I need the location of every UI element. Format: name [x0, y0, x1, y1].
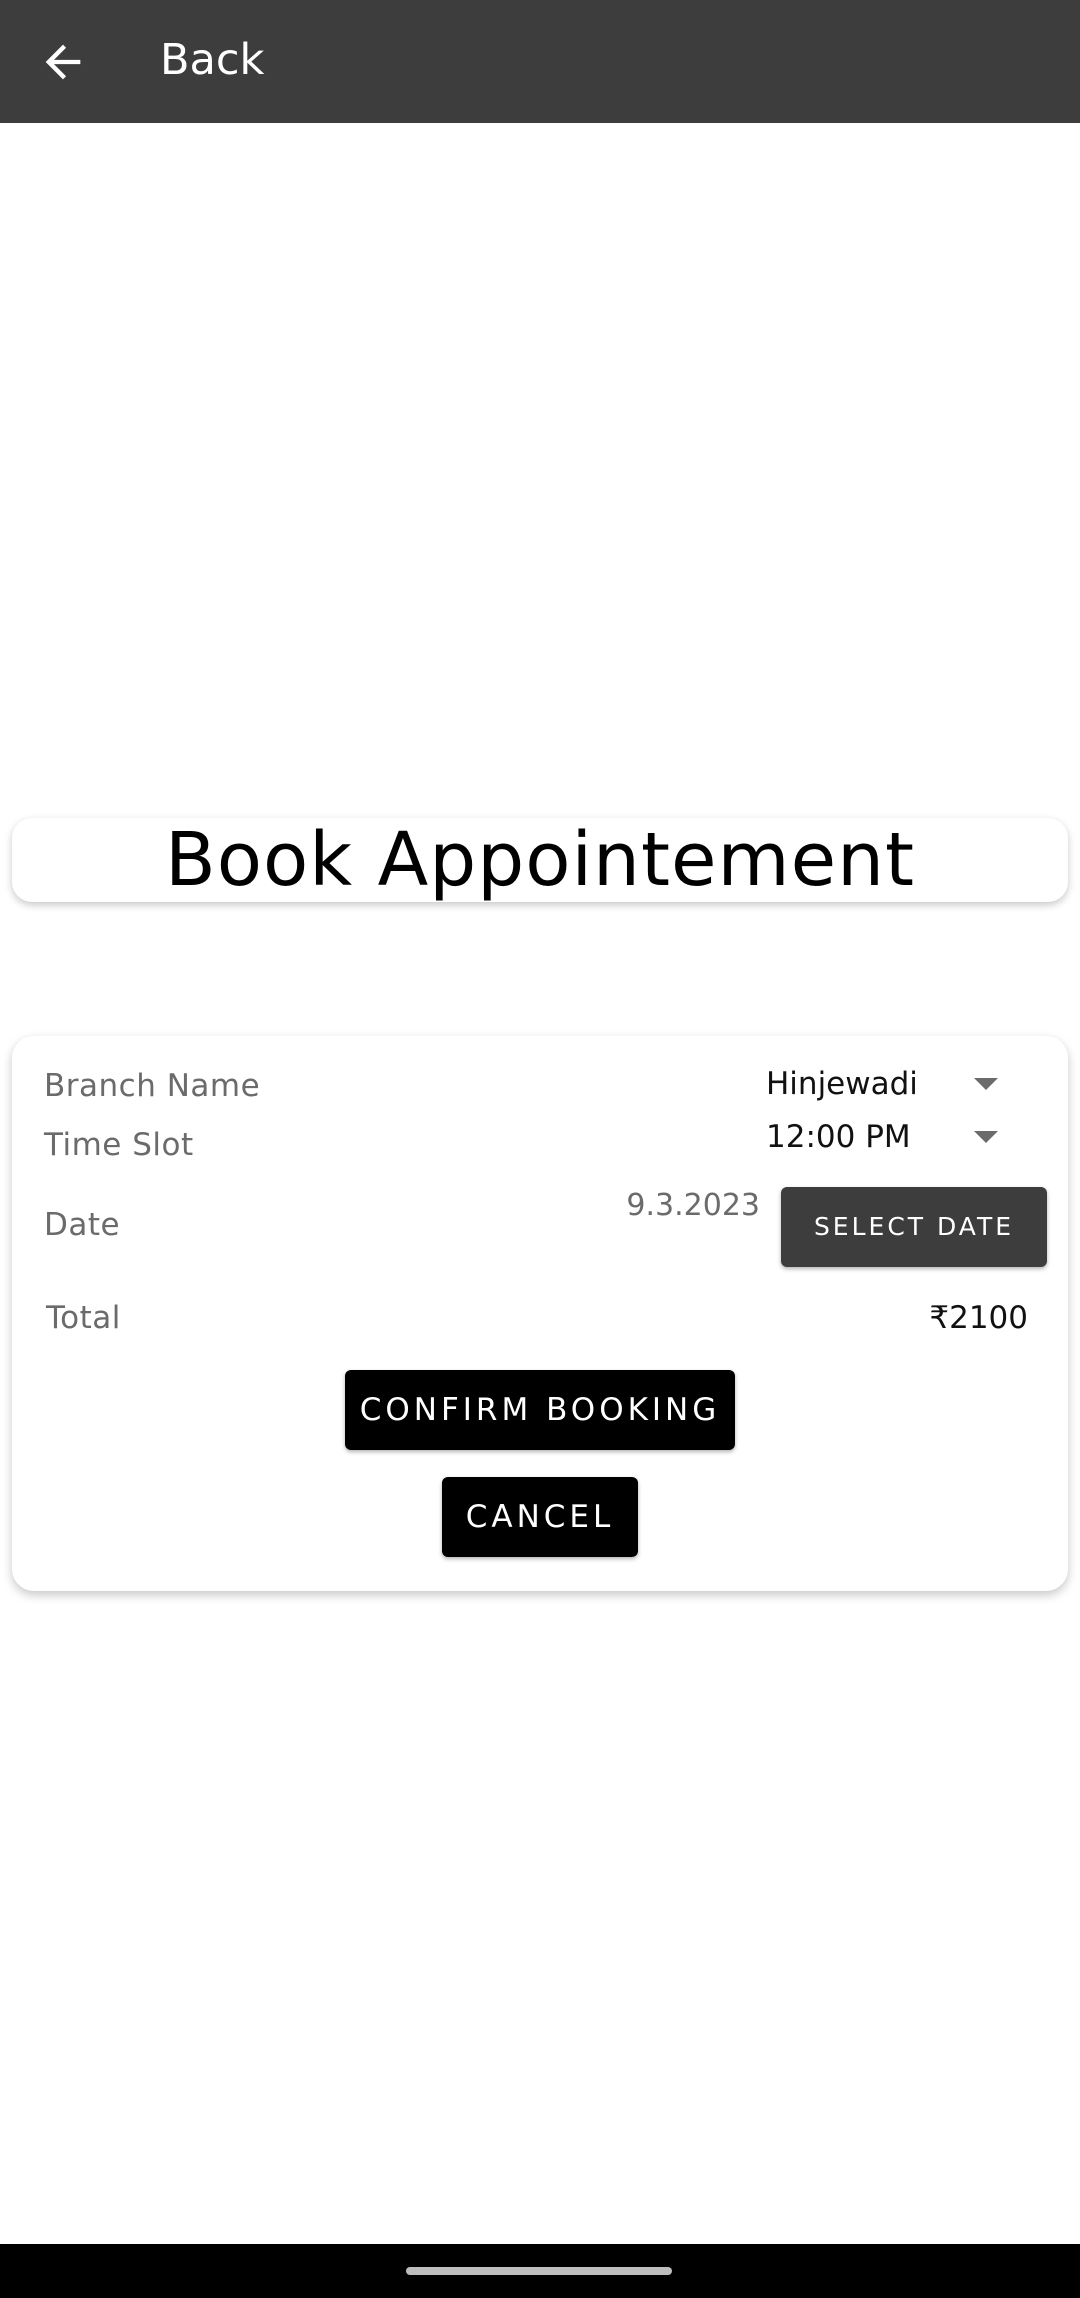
- total-value: ₹2100: [929, 1300, 1028, 1336]
- select-date-button[interactable]: SELECT DATE: [781, 1187, 1047, 1267]
- app-bar: Back: [0, 0, 1080, 123]
- branch-dropdown-value: Hinjewadi: [766, 1066, 918, 1102]
- branch-name-label: Branch Name: [44, 1068, 261, 1104]
- cancel-button[interactable]: CANCEL: [442, 1477, 638, 1557]
- date-value: 9.3.2023: [626, 1188, 760, 1223]
- page-title: Book Appointement: [164, 817, 916, 903]
- date-label: Date: [44, 1207, 121, 1243]
- time-slot-label: Time Slot: [44, 1127, 194, 1163]
- branch-dropdown[interactable]: Hinjewadi: [754, 1060, 1024, 1108]
- home-indicator[interactable]: [406, 2267, 672, 2275]
- total-label: Total: [46, 1300, 121, 1336]
- system-nav-bar: [0, 2244, 1080, 2298]
- arrow-left-icon[interactable]: [37, 36, 89, 88]
- time-slot-dropdown[interactable]: 12:00 PM: [754, 1113, 1024, 1161]
- time-slot-dropdown-value: 12:00 PM: [766, 1119, 911, 1155]
- confirm-booking-button[interactable]: CONFIRM BOOKING: [345, 1370, 735, 1450]
- back-title[interactable]: Back: [160, 30, 264, 90]
- title-card: Book Appointement: [12, 818, 1068, 902]
- caret-down-icon: [974, 1131, 998, 1143]
- caret-down-icon: [974, 1078, 998, 1090]
